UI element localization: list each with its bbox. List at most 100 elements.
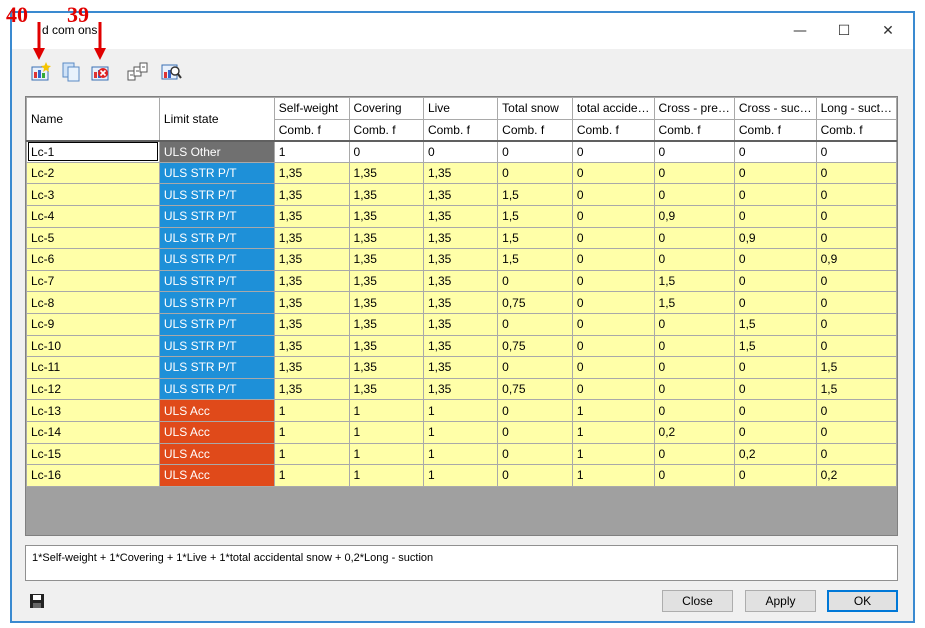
factor-cell[interactable]: 0 [733,291,817,314]
factor-cell[interactable]: 1 [571,442,655,466]
combination-name-cell[interactable]: Lc-12 [26,377,160,401]
table-row[interactable]: Lc-6 ULS STR P/T 1,35 1,35 1,35 1,5 0 0 0 0,9 [26,248,897,271]
factor-cell[interactable]: 1,35 [273,248,350,271]
factor-cell[interactable]: 1 [348,399,424,422]
maximize-button[interactable]: ☐ [824,17,864,45]
header-load[interactable]: Covering [348,97,424,120]
generate-combinations-icon[interactable] [126,61,150,83]
table-row[interactable]: Lc-2 ULS STR P/T 1,35 1,35 1,35 0 0 0 0 0 [26,161,897,185]
limit-state-cell[interactable]: ULS STR P/T [158,312,275,336]
close-button[interactable]: Close [662,590,733,612]
limit-state-cell[interactable]: ULS STR P/T [158,334,275,358]
ok-button[interactable]: OK [827,590,898,612]
factor-cell[interactable]: 0 [733,248,817,271]
factor-cell[interactable]: 1,5 [497,226,573,250]
factor-cell[interactable]: 0,2 [653,420,735,444]
factor-cell[interactable]: 1,35 [348,377,424,401]
combination-name-cell[interactable]: Lc-11 [26,356,160,379]
factor-cell[interactable]: 0 [422,140,499,163]
limit-state-cell[interactable]: ULS STR P/T [158,291,275,314]
factor-cell[interactable]: 0 [815,140,897,163]
header-load[interactable]: Live [422,97,499,120]
factor-cell[interactable]: 0,9 [815,248,897,271]
factor-cell[interactable]: 0 [497,161,573,185]
limit-state-cell[interactable]: ULS STR P/T [158,356,275,379]
factor-cell[interactable]: 0 [497,140,573,163]
factor-cell[interactable]: 0 [571,204,655,228]
factor-cell[interactable]: 0 [497,399,573,422]
table-row[interactable]: Lc-14 ULS Acc 1 1 1 0 1 0,2 0 0 [26,420,897,444]
factor-cell[interactable]: 0,75 [497,377,573,401]
factor-cell[interactable]: 0 [653,161,735,185]
save-icon[interactable] [29,593,45,609]
factor-cell[interactable]: 0 [571,377,655,401]
table-row[interactable]: Lc-4 ULS STR P/T 1,35 1,35 1,35 1,5 0 0,9 0 0 [26,204,897,228]
factor-cell[interactable]: 0,75 [497,291,573,314]
limit-state-cell[interactable]: ULS Acc [158,399,275,422]
factor-cell[interactable]: 1 [422,420,499,444]
factor-cell[interactable]: 1,35 [273,204,350,228]
factor-cell[interactable]: 1 [273,464,350,487]
limit-state-cell[interactable]: ULS STR P/T [158,269,275,293]
factor-cell[interactable]: 1 [273,420,350,444]
table-row[interactable]: Lc-15 ULS Acc 1 1 1 0 1 0 0,2 0 [26,442,897,466]
factor-cell[interactable]: 1,35 [422,356,499,379]
header-load[interactable]: Long - suct… [815,97,897,120]
table-row[interactable]: Lc-11 ULS STR P/T 1,35 1,35 1,35 0 0 0 0 1,5 [26,356,897,379]
factor-cell[interactable]: 1 [273,442,350,466]
inspect-combination-icon[interactable] [160,61,184,83]
factor-cell[interactable]: 1,35 [348,334,424,358]
factor-cell[interactable]: 1,35 [422,312,499,336]
factor-cell[interactable]: 0 [348,140,424,163]
factor-cell[interactable]: 0 [497,356,573,379]
factor-cell[interactable]: 0 [653,248,735,271]
factor-cell[interactable]: 1,35 [348,204,424,228]
header-name[interactable]: Name [26,97,160,142]
factor-cell[interactable]: 1,35 [273,226,350,250]
factor-cell[interactable]: 0 [571,140,655,163]
limit-state-cell[interactable]: ULS STR P/T [158,248,275,271]
factor-cell[interactable]: 1,35 [273,356,350,379]
combination-name-cell[interactable]: Lc-5 [26,226,160,250]
factor-cell[interactable]: 0 [815,291,897,314]
factor-cell[interactable]: 0,9 [733,226,817,250]
factor-cell[interactable]: 0 [653,334,735,358]
factor-cell[interactable]: 1,35 [273,377,350,401]
new-combination-icon[interactable] [30,61,54,83]
factor-cell[interactable]: 0 [815,399,897,422]
copy-combination-icon[interactable] [60,61,84,83]
factor-cell[interactable]: 1,5 [815,377,897,401]
factor-cell[interactable]: 0 [497,442,573,466]
factor-cell[interactable]: 1,35 [348,356,424,379]
delete-combination-icon[interactable] [90,61,114,83]
factor-cell[interactable]: 1 [273,399,350,422]
factor-cell[interactable]: 0 [653,226,735,250]
factor-cell[interactable]: 1,35 [348,291,424,314]
table-row[interactable]: Lc-3 ULS STR P/T 1,35 1,35 1,35 1,5 0 0 0 0 [26,183,897,206]
limit-state-cell[interactable]: ULS STR P/T [158,204,275,228]
factor-cell[interactable]: 1,35 [273,312,350,336]
minimize-button[interactable]: — [780,17,820,45]
factor-cell[interactable]: 0 [497,420,573,444]
factor-cell[interactable]: 1,35 [348,183,424,206]
combination-name-cell[interactable]: Lc-10 [26,334,160,358]
combination-name-cell[interactable]: Lc-16 [26,464,160,487]
factor-cell[interactable]: 0 [815,420,897,444]
apply-button[interactable]: Apply [745,590,816,612]
factor-cell[interactable]: 0 [733,399,817,422]
combination-name-cell[interactable]: Lc-7 [26,269,160,293]
factor-cell[interactable]: 1 [571,399,655,422]
factor-cell[interactable]: 1,35 [273,291,350,314]
limit-state-cell[interactable]: ULS Acc [158,464,275,487]
factor-cell[interactable]: 1,35 [348,226,424,250]
limit-state-cell[interactable]: ULS STR P/T [158,161,275,185]
factor-cell[interactable]: 0 [571,291,655,314]
factor-cell[interactable]: 0 [733,420,817,444]
combinations-grid[interactable]: Name Limit state Self-weight Covering Live To… [25,96,898,536]
factor-cell[interactable]: 0 [815,334,897,358]
factor-cell[interactable]: 1,5 [815,356,897,379]
factor-cell[interactable]: 1,5 [733,334,817,358]
factor-cell[interactable]: 0 [733,140,817,163]
factor-cell[interactable]: 0 [733,464,817,487]
factor-cell[interactable]: 0,2 [815,464,897,487]
